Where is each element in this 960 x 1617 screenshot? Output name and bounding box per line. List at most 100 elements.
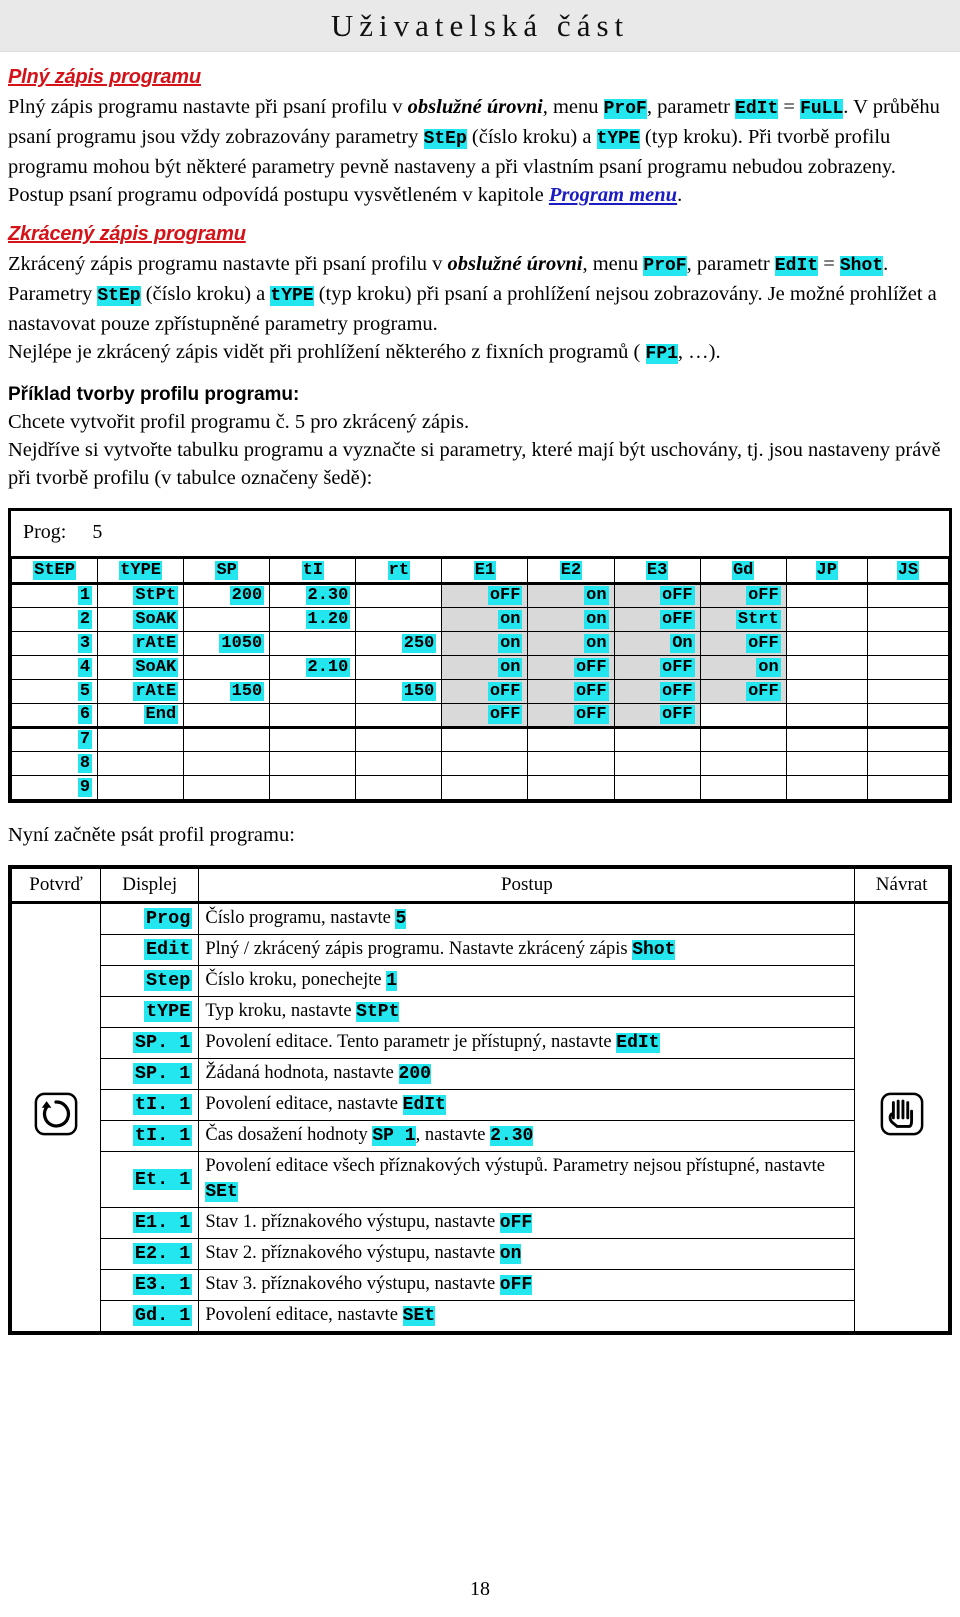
prog-cell-type [97,750,185,776]
prog-cell-step: 6 [10,702,99,729]
procedure-text: Plný / zkrácený zápis programu. Nastavte… [198,933,856,966]
program-menu-link[interactable]: Program menu [549,184,677,206]
s2-t8: Nejlépe je zkrácený zápis vidět při proh… [8,341,646,363]
display-value: SP. 1 [99,1026,200,1059]
prog-cell-ti [269,702,357,729]
prog-cell-step: 5 [10,678,99,704]
display-value: Gd. 1 [99,1299,200,1332]
col-header-displej: Displej [99,867,200,904]
prog-cell-type [97,726,185,752]
prog-cell-ti: 1.20 [269,606,357,632]
table-row: 6 End oFF oFF oFF [10,702,950,729]
prog-cell-type: SoAK [97,654,185,680]
prog-cell-jp [785,702,868,729]
prog-cell-sp: 150 [183,678,271,704]
procedure-pre: Plný / zkrácený zápis programu. Nastavte… [205,938,633,959]
col-header-gd: Gd [699,559,787,585]
prog-cell-rt: 150 [355,678,443,704]
prog-cell-e2: oFF [527,678,615,704]
prog-cell-e3: oFF [613,582,701,608]
prog-cell-step: 9 [10,774,99,800]
prog-cell-gd: oFF [699,678,787,704]
prog-cell-jp [785,726,868,752]
prog-cell-sp [183,726,271,752]
s2-code-prof: ProF [643,256,687,276]
procedure-text: Povolení editace všech příznakových výst… [198,1150,856,1208]
prog-cell-e3: oFF [613,678,701,704]
section3-line1: Chcete vytvořit profil programu č. 5 pro… [8,411,470,433]
col-header-e1: E1 [441,559,529,585]
table-row: 2 SoAK 1.20 on on oFF Strt [10,606,950,632]
table-row: 5 rAtE 150 150 oFF oFF oFF oFF [10,678,950,704]
s2-code-step: StEp [97,286,141,306]
instruction-table: Potvrď Displej Postup Návrat Prog Číslo p… [11,867,949,1332]
prog-cell-jp [785,606,868,632]
s1-code-full: FuLL [800,99,844,119]
prog-cell-e2: oFF [527,702,615,729]
display-value: tI. 1 [99,1119,200,1152]
prog-cell-e1: oFF [441,582,529,608]
procedure-pre: Povolení editace, nastavte [205,1304,403,1325]
table-row: Et. 1 Povolení editace všech příznakových… [12,1150,949,1208]
page-content: Plný zápis programu Plný zápis programu … [0,52,960,1335]
prog-cell-js [866,630,950,656]
table-row: 1 StPt 200 2.30 oFF on oFF oFF [10,582,950,608]
procedure-text: Stav 3. příznakového výstupu, nastavte o… [198,1268,856,1301]
hand-icon [880,1092,924,1136]
s2-code-shot: Shot [839,256,884,276]
prog-cell-e1 [441,750,529,776]
col-header-postup: Postup [198,867,856,904]
prog-cell-js [866,702,950,729]
section-full-write: Plný zápis programu Plný zápis programu … [8,52,952,209]
prog-cell-e2 [527,774,615,800]
table-row: SP. 1 Povolení editace. Tento parametr je… [12,1026,949,1059]
s1-t4: = [778,96,801,118]
display-value: tI. 1 [99,1088,200,1121]
prog-cell-e2: on [527,582,615,608]
confirm-icon-cell[interactable] [11,901,101,1332]
prog-cell-step: 8 [10,750,99,776]
s2-t4: = [818,253,840,275]
prog-cell-gd [699,702,787,729]
s2-t1: Zkrácený zápis programu nastavte při psa… [8,253,448,275]
program-table-container: Prog: 5 StEP tYPE SP tI rt E1 E2 E3 Gd J… [8,508,952,803]
s2-t2: , menu [582,253,644,275]
procedure-pre: Povolení editace, nastavte [205,1093,403,1114]
loop-arrow-icon [34,1092,78,1136]
display-value: tYPE [99,995,200,1028]
prog-cell-rt [355,726,443,752]
procedure-mid: , nastavte [415,1124,491,1145]
prog-cell-gd [699,750,787,776]
s2-code-fp1: FP1 [645,344,678,364]
procedure-code: 1 [386,970,398,991]
prog-cell-e2: on [527,630,615,656]
prog-cell-type: SoAK [97,606,185,632]
section-short-write: Zkrácený zápis programu Zkrácený zápis p… [8,209,952,368]
procedure-text: Číslo kroku, ponechejte 1 [198,964,856,997]
table-row: E1. 1 Stav 1. příznakového výstupu, nasta… [12,1206,949,1239]
col-header-js: JS [866,559,950,585]
procedure-pre: Číslo programu, nastavte [205,907,396,928]
program-table-body: 1 StPt 200 2.30 oFF on oFF oFF 2 SoAK 1.20 on on oFF S… [10,582,950,800]
procedure-text: Žádaná hodnota, nastavte 200 [198,1057,856,1090]
procedure-text: Stav 1. příznakového výstupu, nastavte o… [198,1206,856,1239]
prog-label: Prog: [23,521,67,543]
procedure-pre: Stav 3. příznakového výstupu, nastavte [205,1273,500,1294]
procedure-text: Číslo programu, nastavte 5 [198,901,856,935]
col-header-jp: JP [785,559,868,585]
prog-cell-e2: oFF [527,654,615,680]
section1-heading: Plný zápis programu [8,66,201,88]
procedure-code: oFF [499,1212,533,1233]
procedure-code: SEt [205,1181,238,1202]
prog-cell-rt: 250 [355,630,443,656]
s1-t6: (číslo kroku) a [466,126,597,148]
prog-cell-gd [699,774,787,800]
instruction-table-body: Prog Číslo programu, nastavte 5 Edit Plný /… [11,901,949,1332]
s1-code-step: StEp [423,129,467,149]
procedure-text: Typ kroku, nastavte StPt [198,995,856,1028]
section2-heading: Zkrácený zápis programu [8,223,246,245]
display-value: E3. 1 [99,1268,200,1301]
return-icon-cell[interactable] [854,901,949,1332]
prog-cell-step: 1 [10,582,99,608]
section3-line2: Nejdříve si vytvořte tabulku programu a … [8,439,941,489]
